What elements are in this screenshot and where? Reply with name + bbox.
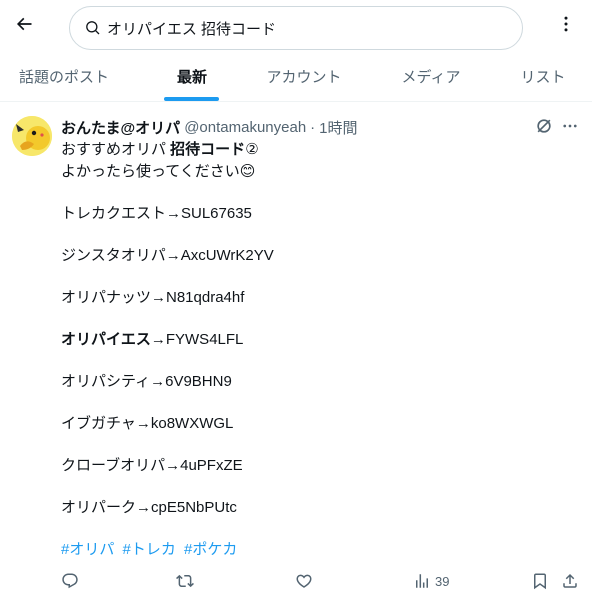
repost-button[interactable] bbox=[176, 572, 194, 590]
tab-accounts[interactable]: アカウント bbox=[256, 56, 352, 102]
share-icon bbox=[563, 573, 577, 588]
tweet-header: おんたま@オリパ @ontamakunyeah · 1時間 bbox=[61, 117, 358, 138]
code-line-highlight: オリパイエス→FYWS4LFL bbox=[61, 330, 581, 350]
back-arrow-icon bbox=[16, 17, 32, 31]
more-horizontal-icon[interactable] bbox=[560, 116, 580, 136]
hashtags: #オリパ #トレカ #ポケカ bbox=[61, 538, 241, 559]
more-vertical-icon bbox=[564, 16, 568, 32]
tweet[interactable]: おんたま@オリパ @ontamakunyeah · 1時間 おすすめオリパ 招待… bbox=[0, 102, 592, 600]
code-line: クローブオリパ→4uPFxZE bbox=[61, 457, 243, 474]
code-name-bold: オリパイエス bbox=[61, 331, 151, 348]
tab-media[interactable]: メディア bbox=[392, 56, 470, 102]
repost-icon bbox=[176, 574, 194, 588]
hashtag-link[interactable]: #オリパ bbox=[61, 541, 114, 558]
display-name[interactable]: おんたま@オリパ bbox=[61, 117, 180, 138]
tab-lists[interactable]: リスト bbox=[512, 56, 574, 102]
views-chart-icon bbox=[416, 574, 428, 588]
tweet-line-2: よかったら使ってください😊 bbox=[61, 163, 256, 180]
bookmark-icon bbox=[534, 573, 546, 590]
avatar[interactable] bbox=[12, 116, 52, 156]
back-button[interactable] bbox=[10, 10, 38, 38]
code-line: ジンスタオリパ→AxcUWrK2YV bbox=[61, 247, 274, 264]
like-button[interactable] bbox=[295, 572, 313, 590]
grok-icon[interactable] bbox=[534, 116, 554, 136]
heart-icon bbox=[296, 574, 312, 588]
tab-latest[interactable]: 最新 bbox=[164, 56, 220, 102]
search-input[interactable] bbox=[107, 19, 487, 37]
views-button[interactable]: 39 bbox=[413, 572, 449, 590]
tweet-line-1: おすすめオリパ 招待コード② bbox=[61, 140, 581, 160]
more-options-button[interactable] bbox=[552, 10, 580, 38]
views-count: 39 bbox=[435, 573, 450, 589]
code-line: イブガチャ→ko8WXWGL bbox=[61, 415, 234, 432]
tweet-text-bold: 招待コード bbox=[170, 141, 246, 158]
hashtag-link[interactable]: #トレカ bbox=[123, 541, 176, 558]
top-bar bbox=[0, 0, 592, 56]
hashtag-link[interactable]: #ポケカ bbox=[184, 541, 237, 558]
tweet-text-prefix: おすすめオリパ bbox=[61, 141, 171, 158]
separator-dot: · bbox=[310, 119, 316, 136]
user-handle[interactable]: @ontamakunyeah bbox=[184, 119, 306, 136]
bookmark-button[interactable] bbox=[531, 572, 549, 590]
reply-icon bbox=[62, 573, 78, 589]
tweet-actions: 39 bbox=[61, 572, 581, 592]
reply-button[interactable] bbox=[61, 572, 79, 590]
code-line: オリパーク→cpE5NbPUtc bbox=[61, 499, 237, 516]
code-line: オリパナッツ→N81qdra4hf bbox=[61, 289, 245, 306]
post-time[interactable]: 1時間 bbox=[319, 117, 357, 138]
tweet-text-suffix: ② bbox=[245, 141, 259, 158]
search-box[interactable] bbox=[69, 6, 523, 50]
tab-top[interactable]: 話題のポスト bbox=[12, 56, 116, 102]
share-button[interactable] bbox=[561, 572, 579, 590]
code-line: オリパシティ→6V9BHN9 bbox=[61, 373, 232, 390]
code-line: トレカクエスト→SUL67635 bbox=[61, 205, 252, 222]
active-tab-indicator bbox=[164, 97, 219, 101]
search-icon bbox=[84, 19, 102, 37]
code-value: →FYWS4LFL bbox=[150, 331, 244, 348]
search-tabs: 話題のポスト 最新 アカウント メディア リスト bbox=[0, 56, 592, 102]
